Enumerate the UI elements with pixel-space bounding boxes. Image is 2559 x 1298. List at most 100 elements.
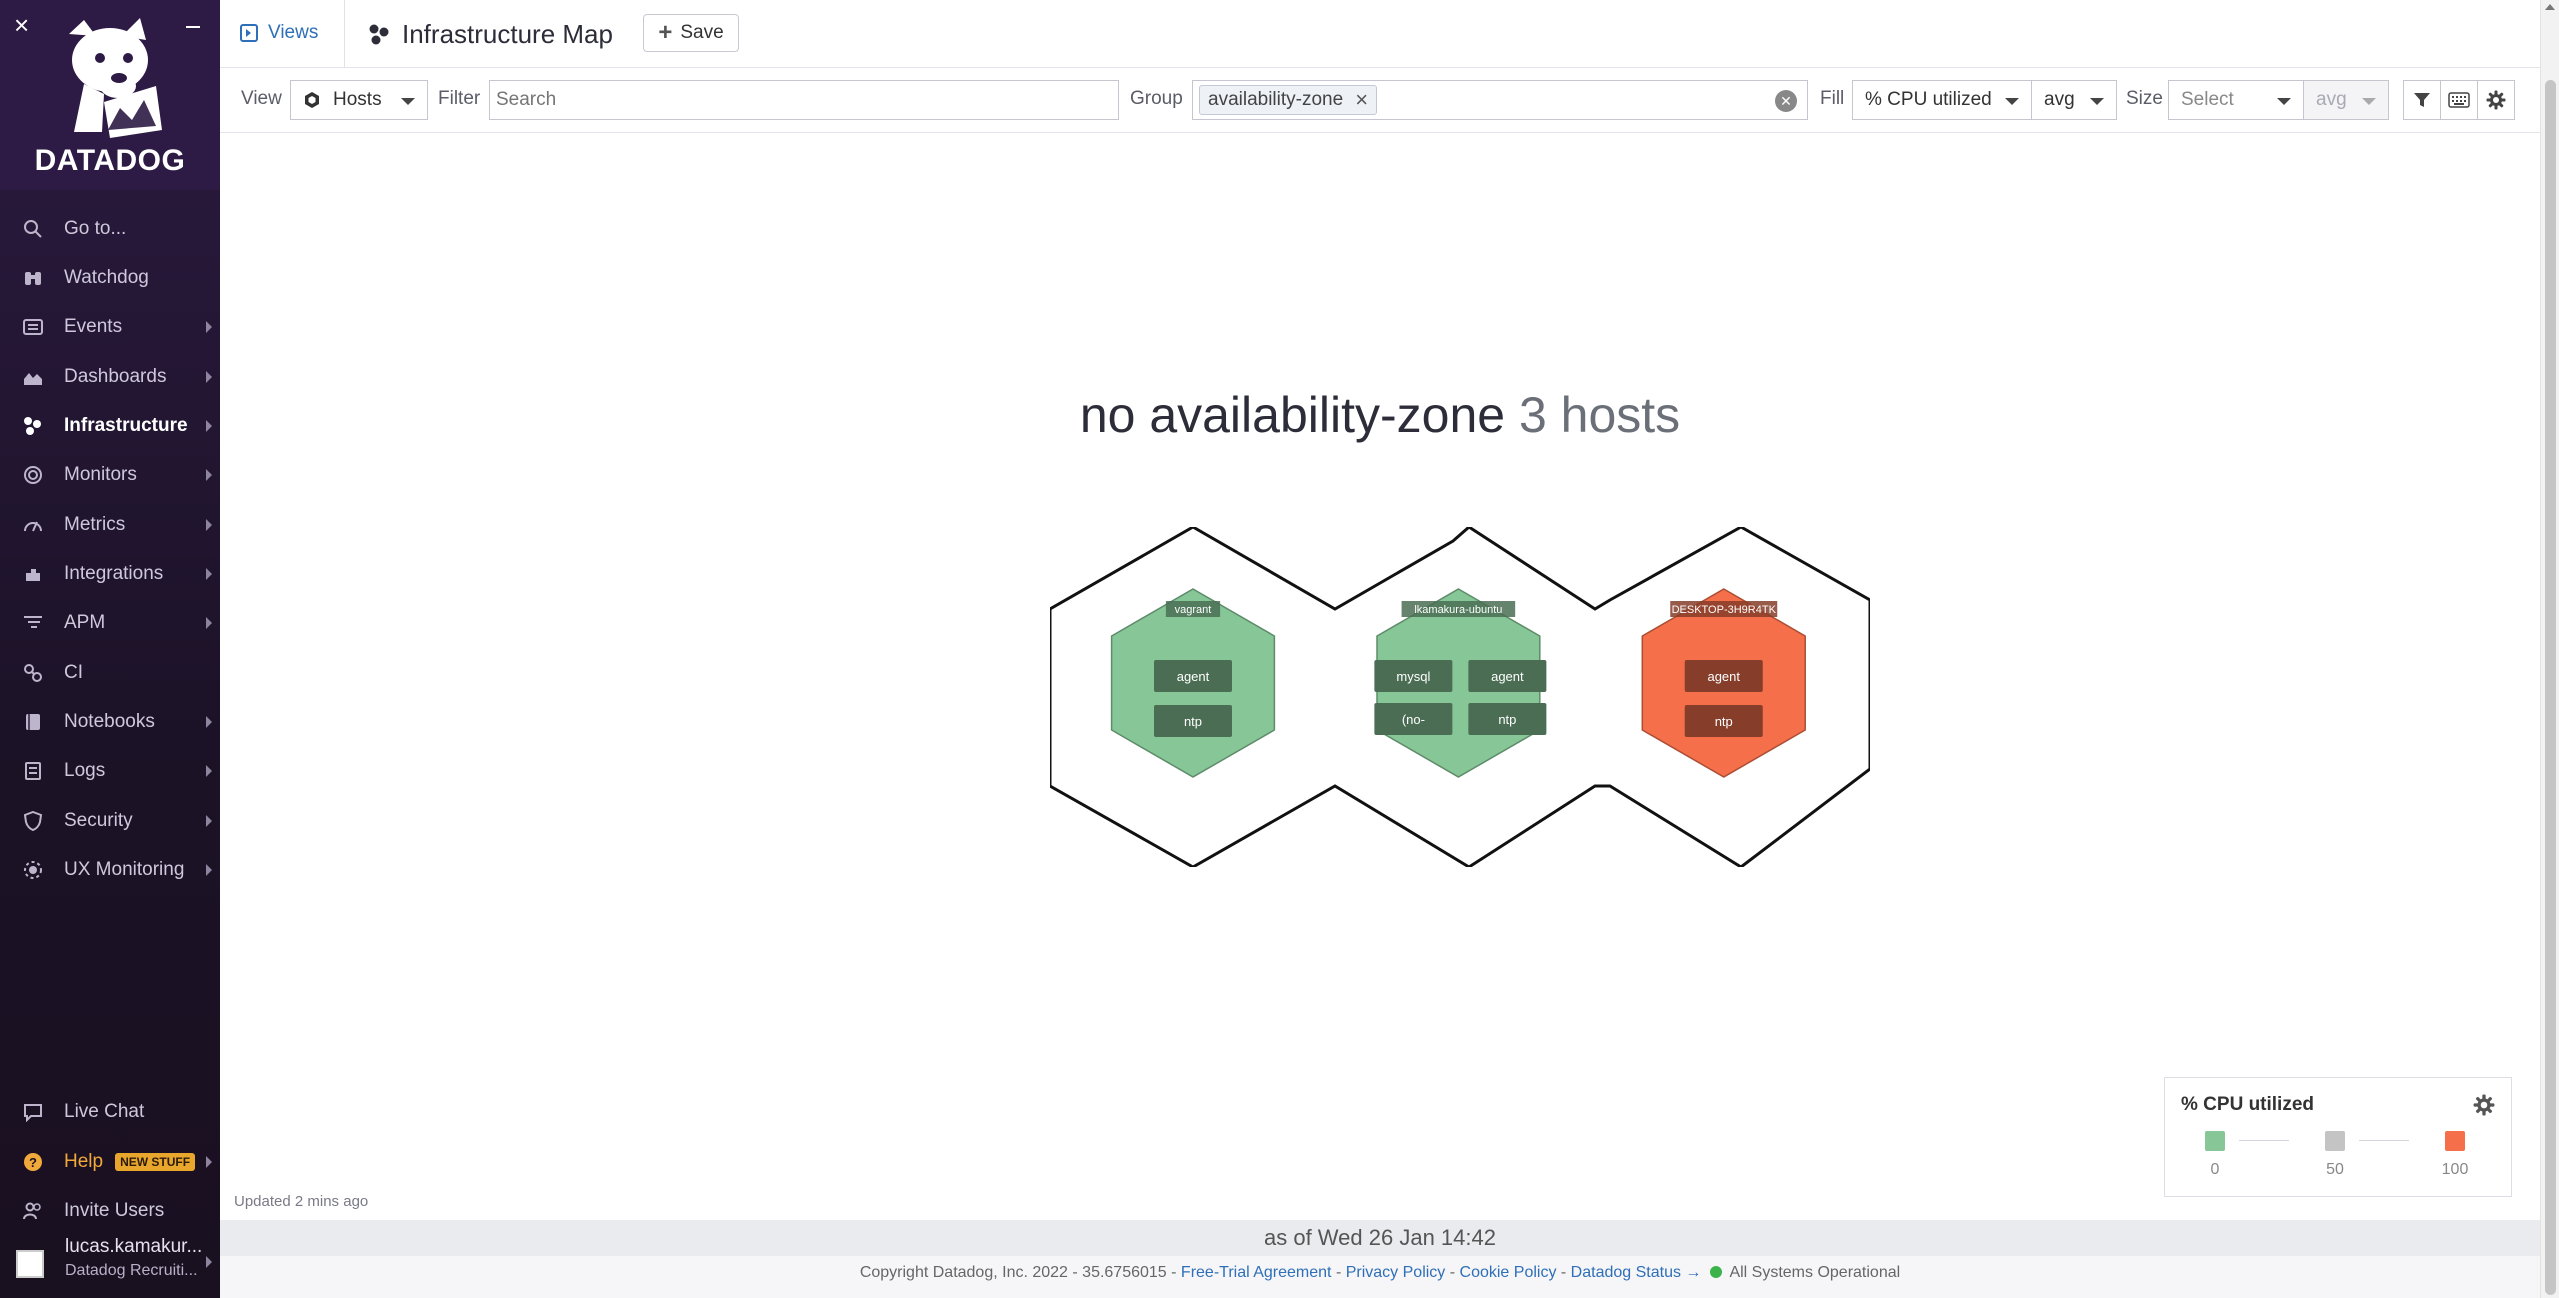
gear-icon[interactable]	[2473, 1094, 2495, 1116]
sidebar-item-label: Live Chat	[64, 1101, 145, 1122]
free-trial-link[interactable]: Free-Trial Agreement	[1181, 1264, 1332, 1281]
status-link[interactable]: Datadog Status →	[1571, 1264, 1702, 1281]
status-dot	[1709, 1266, 1722, 1278]
clear-icon[interactable]: ✕	[1775, 90, 1797, 112]
size-metric-select[interactable]: Select	[2168, 80, 2304, 120]
chevron-down-icon	[401, 98, 415, 105]
events-icon	[22, 316, 44, 338]
host-name: vagrant	[1175, 604, 1212, 616]
plus-icon: +	[658, 19, 673, 46]
group-heading: no availability-zone 3 hosts	[220, 386, 2540, 444]
help-icon: ?	[22, 1151, 44, 1173]
close-icon[interactable]: ×	[14, 12, 36, 38]
user-org: Datadog Recruiti...	[65, 1262, 198, 1279]
size-metric-placeholder: Select	[2181, 89, 2234, 110]
datadog-logo[interactable]	[44, 14, 174, 144]
sidebar-item-logs[interactable]: Logs	[0, 748, 220, 794]
scrollbar-thumb[interactable]	[2545, 80, 2556, 1295]
filter-button[interactable]	[2403, 80, 2441, 120]
app-label: ntp	[1715, 714, 1733, 729]
fill-agg-select[interactable]: avg	[2031, 80, 2117, 120]
size-agg-select: avg	[2303, 80, 2389, 120]
sidebar-item-watchdog[interactable]: Watchdog	[0, 255, 220, 301]
sidebar-item-dashboards[interactable]: Dashboards	[0, 354, 220, 400]
app-label: ntp	[1498, 712, 1516, 727]
sidebar-item-monitors[interactable]: Monitors	[0, 452, 220, 498]
remove-tag-icon[interactable]: ×	[1355, 87, 1368, 113]
notebooks-icon	[22, 711, 44, 733]
scroll-up-icon[interactable]	[2545, 4, 2555, 10]
group-tag-label: availability-zone	[1208, 89, 1344, 110]
sidebar-item-label: Security	[64, 810, 133, 831]
gear-icon	[2486, 90, 2506, 110]
collapse-sidebar-icon[interactable]	[184, 12, 204, 32]
sidebar-item-goto[interactable]: Go to...	[0, 206, 220, 252]
sidebar-item-metrics[interactable]: Metrics	[0, 502, 220, 548]
metrics-icon	[22, 514, 44, 536]
chevron-right-icon	[206, 519, 212, 531]
legend-value-max: 100	[2441, 1161, 2469, 1178]
ci-icon	[22, 662, 44, 684]
sidebar-item-label: CI	[64, 662, 83, 683]
host-hex[interactable]: vagrant agent ntp	[1110, 588, 1276, 778]
host-hex[interactable]: DESKTOP-3H9R4TK agent ntp	[1641, 588, 1806, 778]
settings-button[interactable]	[2477, 80, 2515, 120]
sidebar-item-ci[interactable]: CI	[0, 650, 220, 696]
sidebar-item-label: Logs	[64, 760, 106, 781]
user-menu[interactable]: lucas.kamakur... Datadog Recruiti...	[0, 1232, 220, 1290]
sidebar-item-events[interactable]: Events	[0, 304, 220, 350]
sidebar-item-notebooks[interactable]: Notebooks	[0, 699, 220, 745]
sidebar-item-ux-monitoring[interactable]: UX Monitoring	[0, 847, 220, 893]
host-name: lkamakura-ubuntu	[1414, 604, 1502, 616]
app-label: mysql	[1396, 669, 1430, 684]
scrollbar[interactable]	[2540, 0, 2559, 1298]
sidebar-item-label: UX Monitoring	[64, 859, 185, 880]
shield-icon	[22, 810, 44, 832]
chevron-right-icon	[206, 469, 212, 481]
copyright: Copyright Datadog, Inc. 2022 - 35.675601…	[859, 1264, 1177, 1281]
chevron-right-icon	[206, 815, 212, 827]
filter-search-input[interactable]	[489, 80, 1119, 120]
sidebar-item-help[interactable]: ? Help NEW STUFF	[0, 1139, 220, 1185]
chevron-down-icon	[2090, 98, 2104, 105]
legend-value-mid: 50	[2326, 1161, 2344, 1178]
views-button[interactable]: Views	[240, 16, 318, 50]
app-label: (no-	[1402, 712, 1425, 727]
sidebar-item-integrations[interactable]: Integrations	[0, 551, 220, 597]
privacy-link[interactable]: Privacy Policy	[1346, 1264, 1446, 1281]
dashboards-icon	[22, 366, 44, 388]
host-hex-map: vagrant agent ntp lkamakura-ubuntu mysql agen…	[1050, 527, 1870, 867]
sidebar-item-apm[interactable]: APM	[0, 600, 220, 646]
sidebar-item-label: Monitors	[64, 464, 137, 485]
group-input[interactable]: availability-zone × ✕	[1192, 80, 1808, 120]
sidebar-item-live-chat[interactable]: Live Chat	[0, 1089, 220, 1135]
sidebar-item-label: Go to...	[64, 218, 127, 239]
legend-title: % CPU utilized	[2181, 1094, 2315, 1115]
cookie-link[interactable]: Cookie Policy	[1460, 1264, 1557, 1281]
monitors-icon	[22, 464, 44, 486]
operational-status: All Systems Operational	[1729, 1264, 1901, 1281]
as-of-timestamp: as of Wed 26 Jan 14:42	[220, 1220, 2540, 1256]
sidebar-item-label: Invite Users	[64, 1200, 165, 1221]
chevron-right-icon	[206, 1256, 212, 1268]
app-label: ntp	[1184, 714, 1202, 729]
group-tag: availability-zone ×	[1199, 85, 1378, 115]
legend-swatch-min	[2205, 1131, 2225, 1151]
view-label: View	[241, 88, 282, 109]
sidebar-item-infrastructure[interactable]: Infrastructure	[0, 403, 220, 449]
view-value: Hosts	[333, 89, 382, 110]
chevron-right-icon	[206, 765, 212, 777]
sidebar-item-invite-users[interactable]: Invite Users	[0, 1188, 220, 1234]
sidebar: × DATADOG Go to... Watchdog Events Dashb…	[0, 0, 220, 1298]
host-hex[interactable]: lkamakura-ubuntu mysql agent (no-ntp	[1374, 588, 1547, 778]
host-count: 3 hosts	[1518, 387, 1681, 443]
size-agg-value: avg	[2316, 89, 2347, 110]
footer: Copyright Datadog, Inc. 2022 - 35.675601…	[220, 1256, 2540, 1298]
save-button[interactable]: + Save	[643, 14, 739, 52]
view-select[interactable]: Hosts	[290, 80, 428, 120]
legend-value-min: 0	[2210, 1161, 2220, 1178]
keyboard-button[interactable]	[2440, 80, 2478, 120]
fill-metric-select[interactable]: % CPU utilized	[1852, 80, 2032, 120]
logs-icon	[22, 760, 44, 782]
sidebar-item-security[interactable]: Security	[0, 798, 220, 844]
